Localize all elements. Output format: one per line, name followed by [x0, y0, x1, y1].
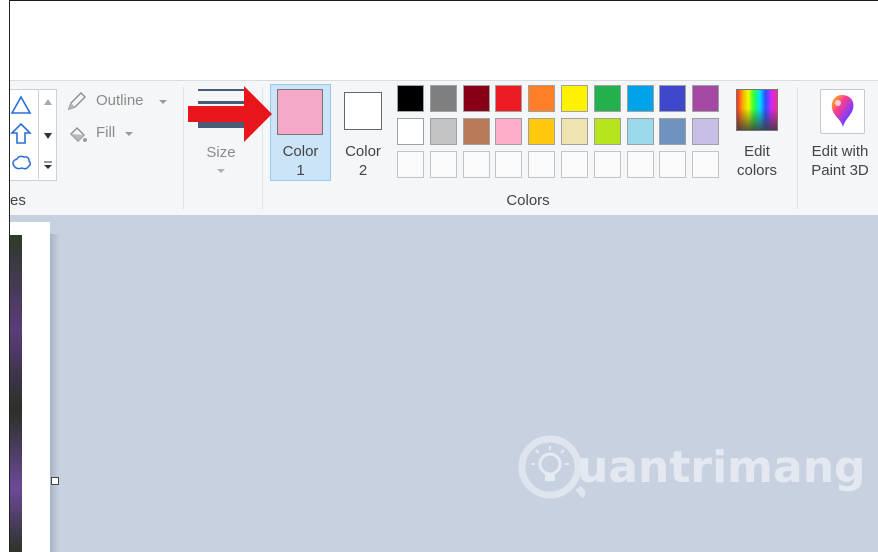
watermark-text: uantrimang [577, 442, 866, 493]
color2-swatch [344, 92, 382, 130]
canvas-image[interactable] [10, 235, 22, 552]
palette-swatch[interactable] [692, 85, 720, 112]
chevron-down-icon [125, 132, 133, 136]
palette-swatch[interactable] [528, 118, 556, 145]
title-area [10, 0, 878, 81]
fill-dropdown[interactable]: Fill [66, 122, 156, 146]
palette-swatch[interactable] [429, 85, 457, 112]
custom-color-slot[interactable] [626, 151, 654, 178]
palette-swatch[interactable] [626, 118, 654, 145]
custom-color-slot[interactable] [397, 151, 424, 178]
palette-swatch[interactable] [593, 85, 621, 112]
palette-swatch[interactable] [561, 118, 588, 145]
expand-gallery-icon[interactable] [42, 159, 54, 171]
watermark: uantrimang [515, 432, 866, 502]
edit-paint3d-label-line2: Paint 3D [811, 162, 869, 179]
custom-color-slot[interactable] [462, 151, 490, 178]
custom-color-slot[interactable] [429, 151, 457, 178]
pencil-icon [67, 92, 86, 111]
custom-color-slot[interactable] [659, 151, 687, 178]
canvas-page-shadow [50, 234, 60, 552]
outline-dropdown[interactable]: Outline [66, 90, 176, 114]
edit-colors-label-line1: Edit [744, 143, 770, 160]
custom-color-slot[interactable] [495, 151, 523, 178]
size-label: Size [206, 144, 236, 161]
colors-group-label: Colors [506, 192, 550, 209]
color1-label-line1: Color [282, 143, 319, 160]
group-separator [797, 87, 798, 209]
paint3d-drop-icon [831, 95, 854, 127]
paint-bucket-icon [70, 127, 87, 142]
palette-swatch[interactable] [397, 85, 424, 112]
outline-label: Outline [96, 92, 144, 109]
color2-label-line2: 2 [358, 162, 368, 179]
shapes-group-label: es [10, 192, 26, 209]
edit-colors-label-line2: colors [736, 162, 777, 179]
palette-swatch[interactable] [561, 85, 588, 112]
lightbulb-logo-icon [518, 435, 585, 499]
custom-color-slot[interactable] [692, 151, 720, 178]
chevron-down-icon [217, 169, 225, 173]
cloud-callout-shape-icon[interactable] [10, 152, 32, 174]
red-arrow-annotation [188, 86, 272, 142]
resize-handle[interactable] [51, 477, 59, 485]
palette-swatch[interactable] [659, 85, 687, 112]
group-separator [183, 87, 184, 209]
color1-swatch [277, 89, 323, 135]
palette-swatch[interactable] [397, 118, 424, 145]
chevron-down-icon [159, 100, 167, 104]
fill-label: Fill [96, 124, 116, 141]
shapes-scroll [38, 89, 57, 179]
palette-swatch[interactable] [659, 118, 687, 145]
color2-label-line1: Color [345, 143, 381, 160]
palette-swatch[interactable] [462, 118, 490, 145]
up-arrow-shape-icon[interactable] [10, 122, 32, 146]
custom-color-slot[interactable] [561, 151, 588, 178]
palette-swatch[interactable] [462, 85, 490, 112]
palette-swatch[interactable] [528, 85, 556, 112]
palette-swatch[interactable] [495, 85, 523, 112]
color-spectrum-icon [736, 89, 778, 131]
palette-swatch[interactable] [593, 118, 621, 145]
scroll-up-icon[interactable] [42, 97, 54, 107]
triangle-shape-icon[interactable] [10, 94, 32, 116]
palette-swatch[interactable] [495, 118, 523, 145]
custom-color-slot[interactable] [528, 151, 556, 178]
scroll-down-icon[interactable] [42, 131, 54, 141]
paint3d-icon [820, 89, 865, 134]
palette-swatch[interactable] [692, 118, 720, 145]
palette-swatch[interactable] [626, 85, 654, 112]
color1-label-line2: 1 [296, 162, 305, 179]
edit-paint3d-label-line1: Edit with [811, 143, 869, 160]
custom-color-slot[interactable] [593, 151, 621, 178]
palette-swatch[interactable] [429, 118, 457, 145]
